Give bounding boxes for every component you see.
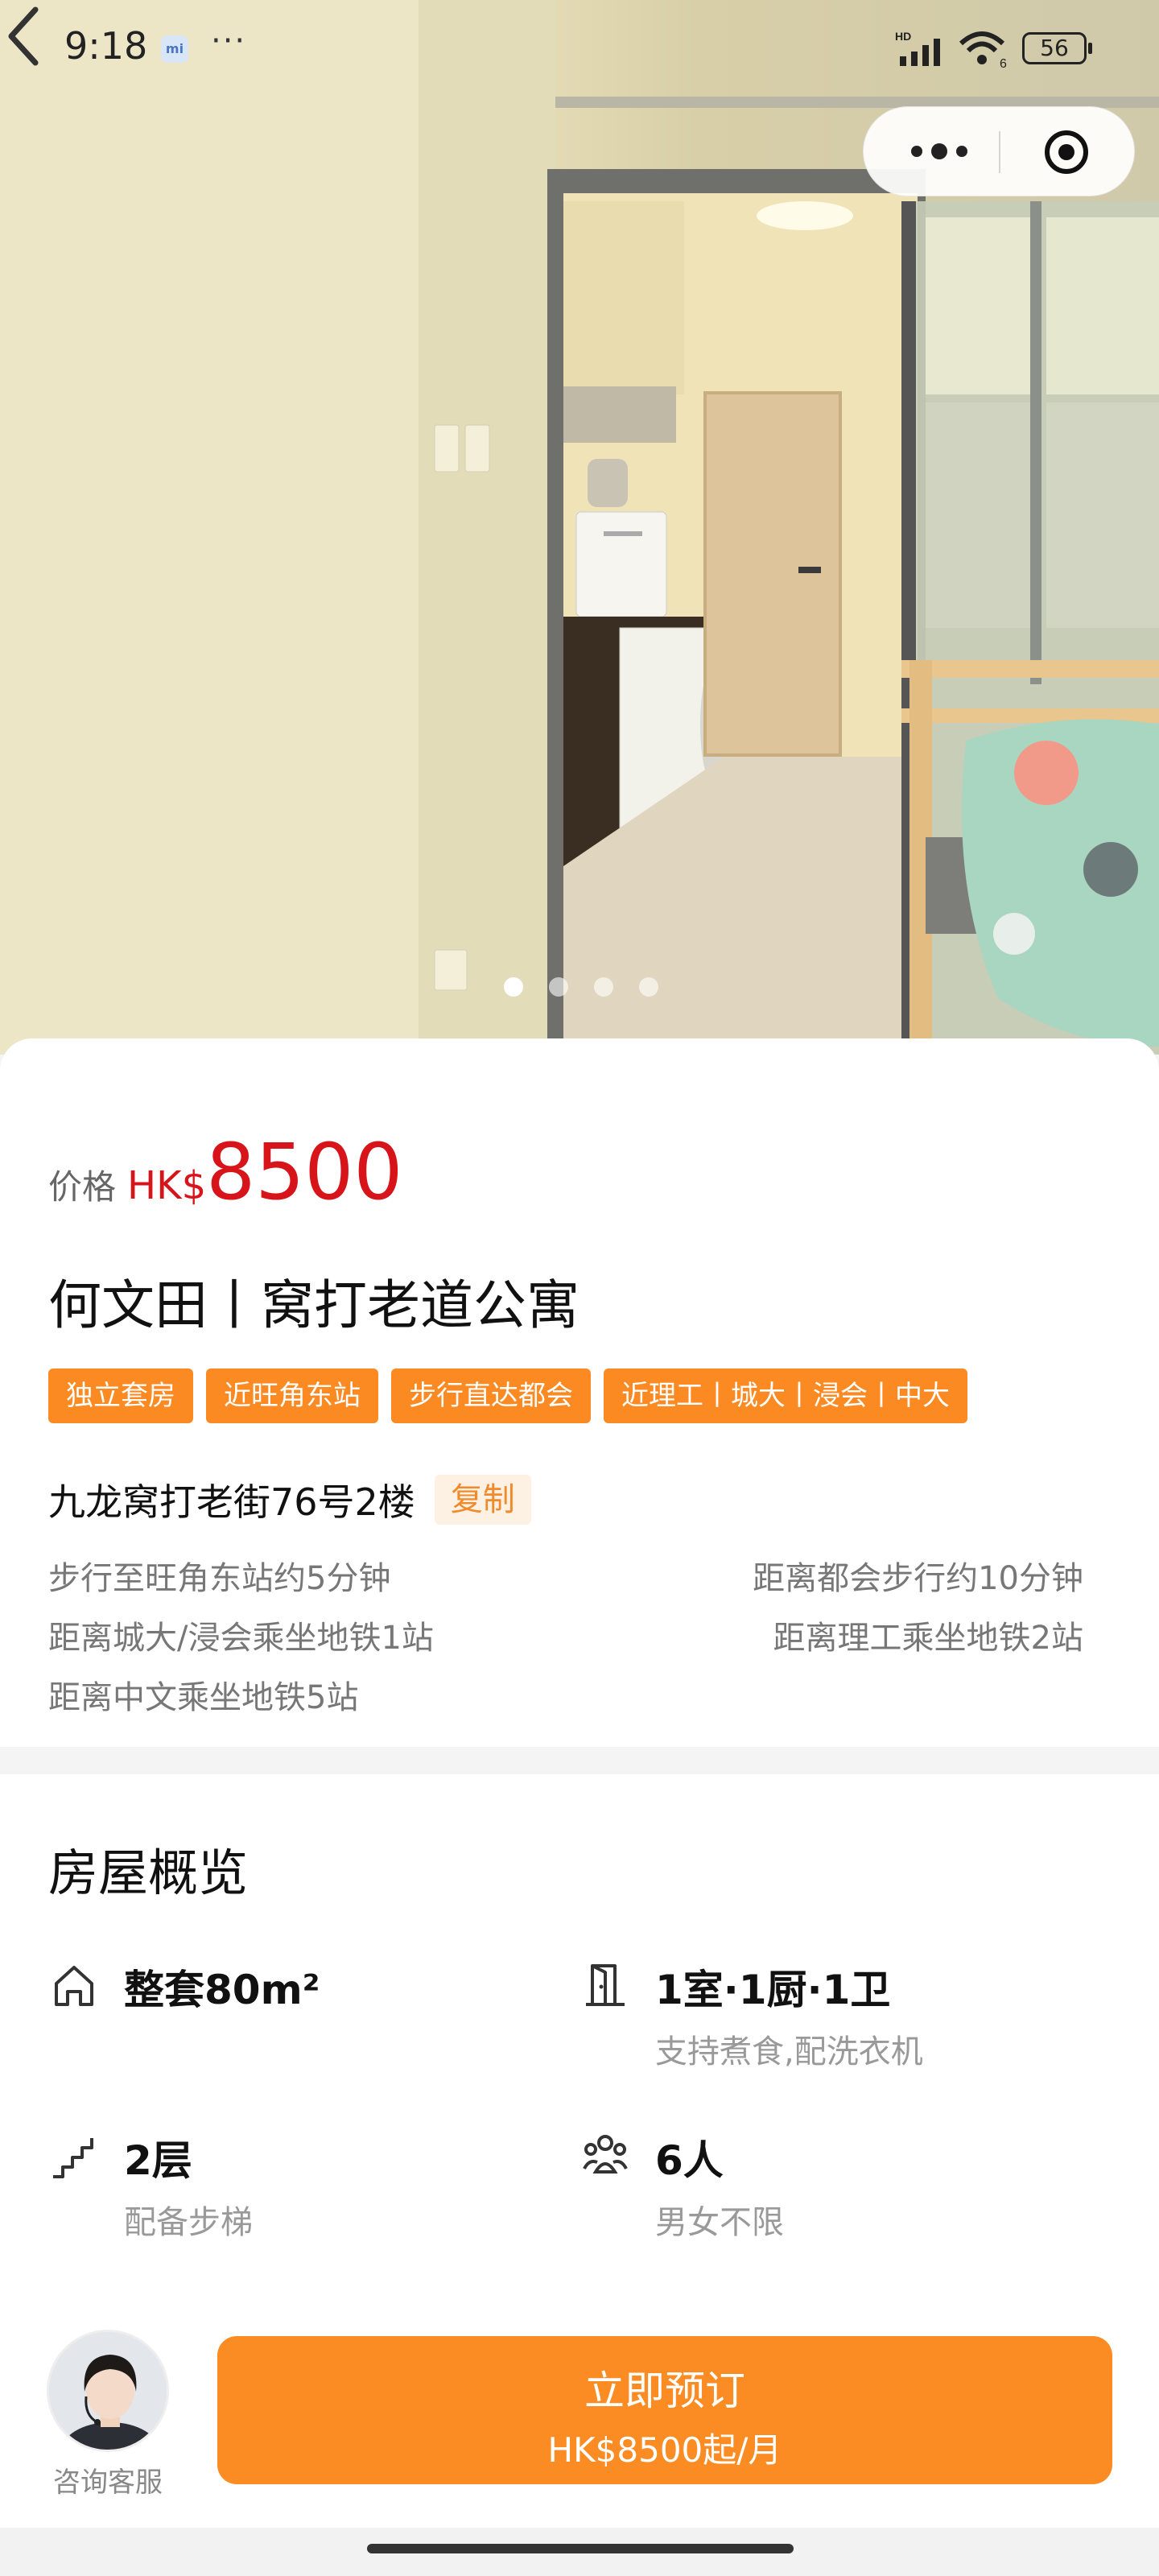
close-miniprogram-icon[interactable] <box>1042 128 1091 176</box>
transit-item: 步行至旺角东站约5分钟 <box>48 1560 391 1597</box>
svg-text:6: 6 <box>1000 57 1007 69</box>
feature-main: 6人 <box>655 2137 724 2184</box>
transit-row: 距离城大/浸会乘坐地铁1站 距离理工乘坐地铁2站 <box>48 1605 1083 1665</box>
pager-dot[interactable] <box>504 977 523 997</box>
address-row: 九龙窝打老街76号2楼 复制 <box>48 1473 531 1526</box>
listing-info-card: 价格 HK$ 8500 何文田丨窝打老道公寓 独立套房 近旺角东站 步行直达都会… <box>0 1038 1159 1747</box>
transit-info: 步行至旺角东站约5分钟 距离都会步行约10分钟 距离城大/浸会乘坐地铁1站 距离… <box>48 1546 1083 1724</box>
book-now-button[interactable]: 立即预订 HK$8500起/月 <box>217 2336 1112 2484</box>
price-currency: HK$ <box>127 1163 207 1208</box>
tag: 近旺角东站 <box>206 1368 378 1423</box>
transit-item: 距离理工乘坐地铁2站 <box>773 1620 1083 1657</box>
status-time: 9:18 <box>64 24 148 68</box>
price-row: 价格 HK$ 8500 <box>48 1127 402 1217</box>
mi-app-icon: mi <box>161 35 188 63</box>
tag-list: 独立套房 近旺角东站 步行直达都会 近理工丨城大丨浸会丨中大 <box>48 1368 980 1423</box>
cell-signal-icon: HD <box>895 30 940 66</box>
book-now-price: HK$8500起/月 <box>547 2430 782 2470</box>
transit-item: 距离中文乘坐地铁5站 <box>48 1679 359 1716</box>
wifi-icon: 6 <box>959 31 1007 69</box>
price-value: 8500 <box>206 1127 403 1217</box>
tag: 独立套房 <box>48 1368 193 1423</box>
home-indicator[interactable] <box>367 2544 794 2553</box>
feature-sub: 男女不限 <box>655 2204 784 2241</box>
feature-main: 2层 <box>124 2137 192 2184</box>
transit-row: 步行至旺角东站约5分钟 距离都会步行约10分钟 <box>48 1546 1083 1605</box>
address: 九龙窝打老街76号2楼 <box>48 1480 415 1524</box>
gallery-pager <box>0 977 1159 1001</box>
tag: 步行直达都会 <box>391 1368 591 1423</box>
house-overview-section: 房屋概览 整套80m² 1室·1厨·1卫 支持煮食,配洗衣机 2层 配备步梯 6… <box>0 1774 1159 2338</box>
battery-icon: 56 <box>1022 32 1092 64</box>
transit-item: 距离都会步行约10分钟 <box>753 1560 1083 1597</box>
feature-main: 1室·1厨·1卫 <box>655 1967 891 2013</box>
copy-address-button[interactable]: 复制 <box>434 1475 531 1525</box>
agent-avatar-image <box>49 2332 167 2450</box>
transit-item: 距离城大/浸会乘坐地铁1站 <box>48 1620 434 1657</box>
people-icon <box>583 2135 628 2174</box>
status-bar: 9:18 mi ··· HD 6 56 <box>0 0 1159 97</box>
miniprogram-capsule <box>863 106 1135 196</box>
feature-main: 整套80m² <box>124 1967 320 2013</box>
tag: 近理工丨城大丨浸会丨中大 <box>604 1368 967 1423</box>
book-now-label: 立即预订 <box>584 2368 745 2414</box>
feature-sub: 支持煮食,配洗衣机 <box>655 2033 923 2070</box>
back-arrow-icon[interactable] <box>0 0 48 72</box>
feature-sub: 配备步梯 <box>124 2204 253 2241</box>
door-icon <box>586 1964 625 2006</box>
house-icon <box>55 1966 93 2006</box>
pager-dot[interactable] <box>639 977 658 997</box>
svg-text:HD: HD <box>895 30 911 43</box>
room-photo-gallery[interactable]: 9:18 mi ··· HD 6 56 <box>0 0 1159 1055</box>
listing-title: 何文田丨窝打老道公寓 <box>48 1274 580 1336</box>
pager-dot[interactable] <box>549 977 568 997</box>
customer-service-label[interactable]: 咨询客服 <box>47 2460 169 2500</box>
price-label: 价格 <box>48 1167 117 1207</box>
capsule-divider <box>999 131 1000 173</box>
more-options-icon[interactable] <box>901 131 989 171</box>
customer-service-avatar[interactable] <box>47 2330 169 2452</box>
stairs-icon <box>53 2138 93 2178</box>
section-title: 房屋概览 <box>48 1843 249 1902</box>
transit-row: 距离中文乘坐地铁5站 <box>48 1665 1083 1724</box>
more-notifications-icon: ··· <box>211 23 247 60</box>
pager-dot[interactable] <box>594 977 613 997</box>
